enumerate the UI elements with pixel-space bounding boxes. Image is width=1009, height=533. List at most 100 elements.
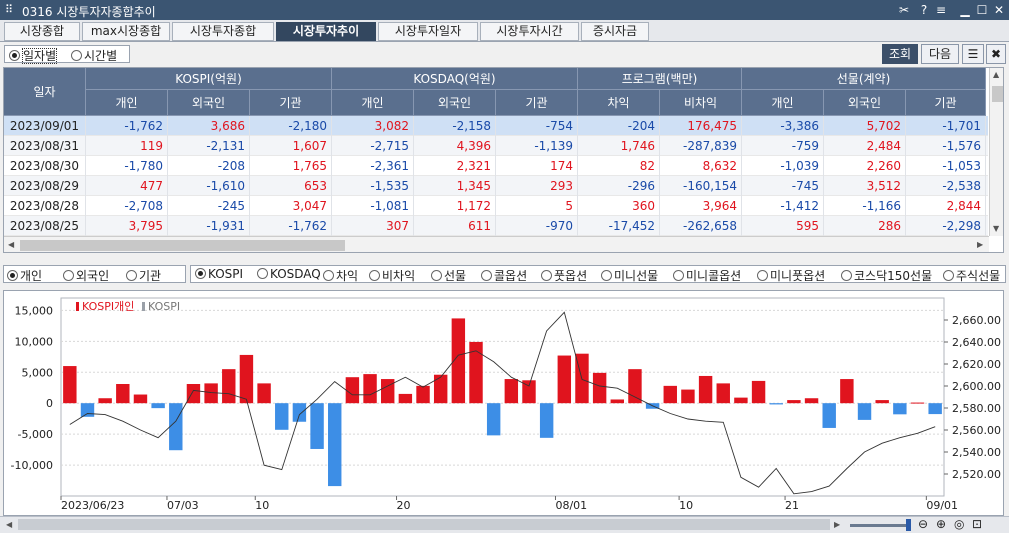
zoom-slider[interactable] (850, 524, 910, 527)
market-option-0[interactable]: KOSPI (195, 267, 243, 281)
investor-option-1[interactable]: 외국인 (63, 267, 109, 284)
horizontal-scrollbar[interactable]: ◀ ▶ (4, 236, 989, 252)
bar-kospi-individual (910, 402, 925, 404)
right-tick-label: 2,660.00 (952, 314, 1001, 327)
chart-scroll-bar: ◀ ▶ ⊖ ⊕ ◎ ⊡ (0, 516, 1009, 533)
zoom-in-icon[interactable]: ⊕ (936, 517, 946, 531)
bar-kospi-individual (822, 403, 836, 428)
bar-kospi-individual (716, 383, 730, 404)
value-cell: 293 (496, 176, 578, 196)
scroll-up-icon[interactable]: ▲ (993, 70, 999, 79)
value-cell: 1,765 (250, 156, 332, 176)
group-header: 프로그램(백만) (578, 68, 742, 90)
list-icon[interactable]: ☰ (962, 44, 984, 64)
excel-icon[interactable]: ✖ (986, 44, 1006, 64)
bar-kospi-individual (857, 403, 872, 420)
tab-1[interactable]: max시장종합 (82, 22, 170, 41)
market-option-1[interactable]: KOSDAQ (257, 267, 321, 281)
tab-4[interactable]: 시장투자일자 (378, 22, 478, 41)
chart-panel: 15,000 10,000 5,000 0 -5,000 -10,000 2,660.00 2… (3, 290, 1004, 516)
app-icon: ⠿ (5, 3, 14, 16)
bar-kospi-individual (504, 379, 519, 404)
value-cell: 360 (578, 196, 660, 216)
table-row[interactable]: 2023/08/31 119 -2,131 1,607 -2,715 4,396 -1,13… (4, 136, 988, 156)
tab-6[interactable]: 증시자금 (581, 22, 649, 41)
date-header: 일자 (4, 68, 86, 116)
table-row[interactable]: 2023/08/28 -2,708 -245 3,047 -1,081 1,172 5 360… (4, 196, 988, 216)
data-grid: 일자 KOSPI(억원) 개인 외국인 기관 KOSDAQ(억원) 개인 외국인 기관 프로그램(… (3, 67, 1004, 253)
scroll-down-icon[interactable]: ▼ (993, 224, 999, 233)
tab-3[interactable]: 시장투자추이 (276, 22, 376, 41)
minimize-icon[interactable]: ▁ (957, 2, 973, 18)
right-tick-label: 2,640.00 (952, 336, 1001, 349)
scroll-left-icon[interactable]: ◀ (8, 240, 14, 249)
market-option-10[interactable]: 코스닥150선물 (841, 267, 932, 284)
bar-kospi-individual (416, 385, 430, 404)
table-row[interactable]: 2023/09/01 -1,762 3,686 -2,180 3,082 -2,158 -7… (4, 116, 988, 136)
x-tick-label: 07/03 (167, 499, 199, 512)
value-cell: -2,708 (86, 196, 168, 216)
value-cell: -2,158 (414, 116, 496, 136)
menu-icon[interactable]: ≡ (933, 2, 949, 18)
view-mode-hourly[interactable]: 시간별 (71, 47, 117, 64)
table-row[interactable]: 2023/08/30 -1,780 -208 1,765 -2,361 2,321 174 8… (4, 156, 988, 176)
value-cell: -1,166 (824, 196, 906, 216)
value-cell: -2,298 (906, 216, 986, 236)
chart-options-bar: 개인 외국인 기관 KOSPI KOSDAQ 차익 비차익 선물 콜옵션 풋옵션 미니선물 미니콜옵… (0, 262, 1009, 286)
right-tick-label: 2,520.00 (952, 468, 1001, 481)
value-cell: 3,964 (660, 196, 742, 216)
legend-label: KOSPI개인 (82, 300, 134, 313)
table-row[interactable]: 2023/08/29 477 -1,610 653 -1,535 1,345 293 -296… (4, 176, 988, 196)
view-mode-daily[interactable]: 일자별 (9, 47, 58, 64)
chart-scroll-thumb[interactable] (18, 519, 830, 530)
value-cell: -1,701 (906, 116, 986, 136)
maximize-icon[interactable]: ☐ (974, 2, 990, 18)
query-button[interactable]: 조회 (882, 44, 918, 64)
investor-option-2[interactable]: 기관 (126, 267, 161, 284)
legend-swatch (76, 302, 79, 311)
value-cell: -1,931 (168, 216, 250, 236)
market-option-3[interactable]: 비차익 (369, 267, 415, 284)
market-option-5[interactable]: 콜옵션 (481, 267, 527, 284)
market-option-4[interactable]: 선물 (431, 267, 466, 284)
market-option-11[interactable]: 주식선물 (943, 267, 1000, 284)
column-header: 외국인 (414, 90, 496, 116)
value-cell: 1,172 (414, 196, 496, 216)
value-cell: -1,412 (742, 196, 824, 216)
investor-option-0[interactable]: 개인 (7, 267, 42, 284)
close-icon[interactable]: ✕ (991, 2, 1007, 18)
bar-kospi-individual (328, 403, 342, 487)
bar-kospi-individual (222, 369, 236, 404)
scroll-right-icon[interactable]: ▶ (977, 240, 983, 249)
table-row[interactable]: 2023/08/25 3,795 -1,931 -1,762 307 611 -970 -17… (4, 216, 988, 236)
value-cell: -287,839 (660, 136, 742, 156)
scroll-thumb[interactable] (992, 86, 1003, 102)
zoom-reset-icon[interactable]: ◎ (954, 517, 964, 531)
right-tick-label: 2,620.00 (952, 358, 1001, 371)
tab-2[interactable]: 시장투자종합 (172, 22, 274, 41)
help-icon[interactable]: ? (916, 2, 932, 18)
h-scroll-thumb[interactable] (20, 240, 345, 251)
chart-scroll-right-icon[interactable]: ▶ (834, 520, 840, 529)
next-button[interactable]: 다음 (921, 44, 959, 64)
chart-scroll-left-icon[interactable]: ◀ (6, 520, 12, 529)
left-tick-label: -10,000 (11, 459, 53, 472)
title-bar: ⠿ 0316 시장투자자종합추이 ✂ ? ≡ ▁ ☐ ✕ (0, 0, 1009, 20)
tab-0[interactable]: 시장종합 (4, 22, 80, 41)
market-option-2[interactable]: 차익 (323, 267, 358, 284)
zoom-fit-icon[interactable]: ⊡ (972, 517, 982, 531)
market-option-7[interactable]: 미니선물 (601, 267, 658, 284)
vertical-scrollbar[interactable]: ▲ ▼ (989, 68, 1003, 236)
tab-5[interactable]: 시장투자시간 (480, 22, 579, 41)
zoom-slider-handle[interactable] (906, 519, 911, 531)
value-cell: -1,053 (906, 156, 986, 176)
x-tick-label: 2023/06/23 (61, 499, 124, 512)
market-options: KOSPI KOSDAQ 차익 비차익 선물 콜옵션 풋옵션 미니선물 미니콜옵션 미니풋옵션 코스… (190, 265, 1006, 283)
market-option-9[interactable]: 미니풋옵션 (757, 267, 825, 284)
market-option-8[interactable]: 미니콜옵션 (673, 267, 741, 284)
pin-icon[interactable]: ✂ (896, 2, 912, 18)
zoom-out-icon[interactable]: ⊖ (918, 517, 928, 531)
value-cell: -1,576 (906, 136, 986, 156)
value-cell: 2,484 (824, 136, 906, 156)
market-option-6[interactable]: 풋옵션 (541, 267, 587, 284)
